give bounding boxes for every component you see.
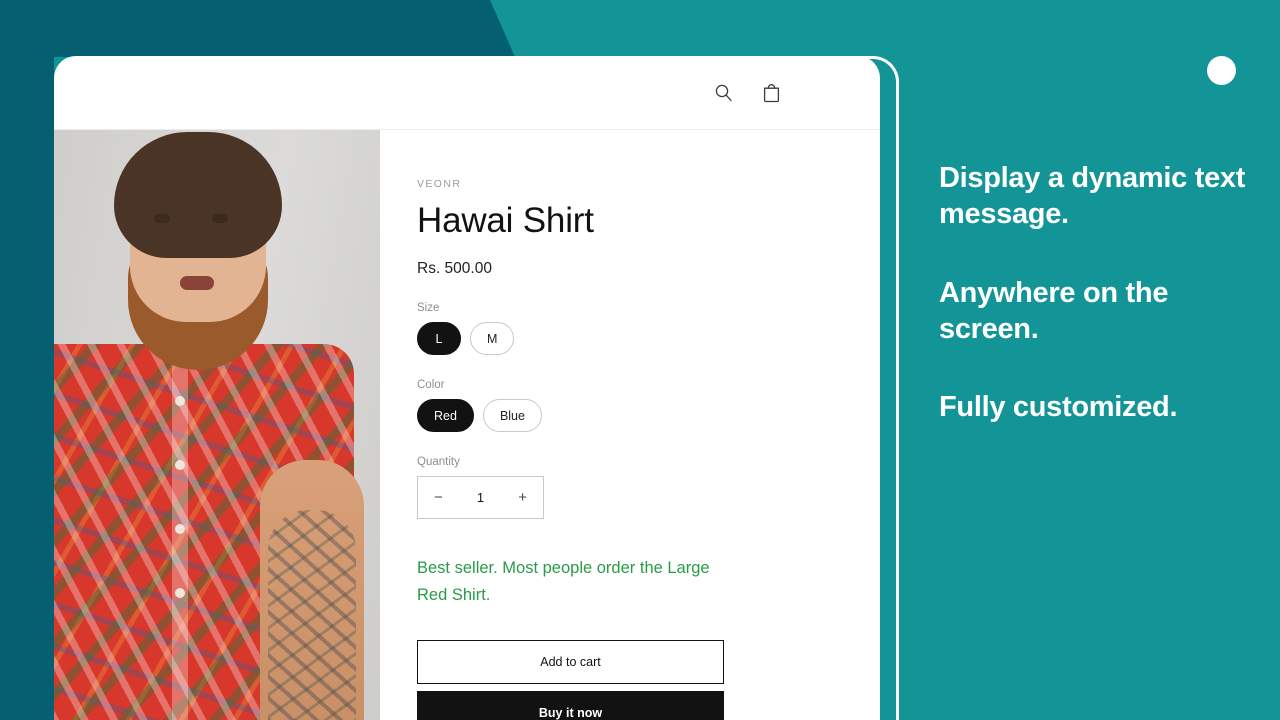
background-dark-band [0, 0, 515, 57]
quantity-input[interactable]: 1 [477, 490, 484, 505]
page-title: Hawai Shirt [417, 201, 594, 240]
shopping-bag-icon[interactable] [758, 80, 784, 106]
color-option-blue[interactable]: Blue [482, 399, 542, 432]
quantity-increase-button[interactable]: + [518, 490, 527, 505]
buy-it-now-button[interactable]: Buy it now [417, 691, 724, 720]
photo-shirt-button [175, 524, 185, 534]
option-label-size: Size [417, 302, 440, 314]
product-info: VEONR Hawai Shirt Rs. 500.00 Size L M Co… [380, 130, 880, 720]
marketing-copy: Display a dynamic text message. Anywhere… [939, 160, 1259, 425]
search-icon[interactable] [710, 80, 736, 106]
photo-shirt-placket [172, 354, 188, 720]
photo-eye-left [154, 214, 170, 223]
size-option-m[interactable]: M [470, 322, 515, 355]
promo-stage: VEONR Hawai Shirt Rs. 500.00 Size L M Co… [0, 0, 1280, 720]
size-option-l[interactable]: L [417, 322, 461, 355]
background-dark-left-column [0, 0, 54, 720]
marketing-line-2: Anywhere on the screen. [939, 276, 1169, 345]
photo-eye-right [212, 214, 228, 223]
product-image[interactable] [54, 130, 380, 720]
marketing-line-1: Display a dynamic text message. [939, 162, 1246, 231]
photo-eyebrow-left [150, 200, 174, 206]
product-vendor: VEONR [417, 178, 462, 190]
quantity-stepper[interactable]: − 1 + [417, 476, 544, 519]
decorative-dot [1207, 56, 1236, 85]
photo-tattoo [268, 510, 356, 720]
photo-mouth [180, 276, 214, 290]
photo-shirt-button [175, 588, 185, 598]
marketing-line-3: Fully customized. [939, 391, 1178, 423]
add-to-cart-button[interactable]: Add to cart [417, 640, 724, 685]
option-label-quantity: Quantity [417, 456, 460, 468]
product-price: Rs. 500.00 [417, 260, 492, 277]
photo-shirt-button [175, 460, 185, 470]
color-option-red[interactable]: Red [417, 399, 474, 432]
option-label-color: Color [417, 379, 445, 391]
quantity-decrease-button[interactable]: − [434, 490, 443, 505]
storefront-viewport: VEONR Hawai Shirt Rs. 500.00 Size L M Co… [54, 56, 880, 720]
photo-eyebrow-right [208, 200, 232, 206]
product-section: VEONR Hawai Shirt Rs. 500.00 Size L M Co… [54, 130, 880, 720]
option-group-color: Red Blue [417, 399, 880, 432]
store-header [54, 56, 880, 130]
photo-hair [114, 132, 282, 258]
photo-shirt-button [175, 396, 185, 406]
option-group-size: L M [417, 322, 880, 355]
dynamic-promo-message: Best seller. Most people order the Large… [417, 559, 710, 604]
